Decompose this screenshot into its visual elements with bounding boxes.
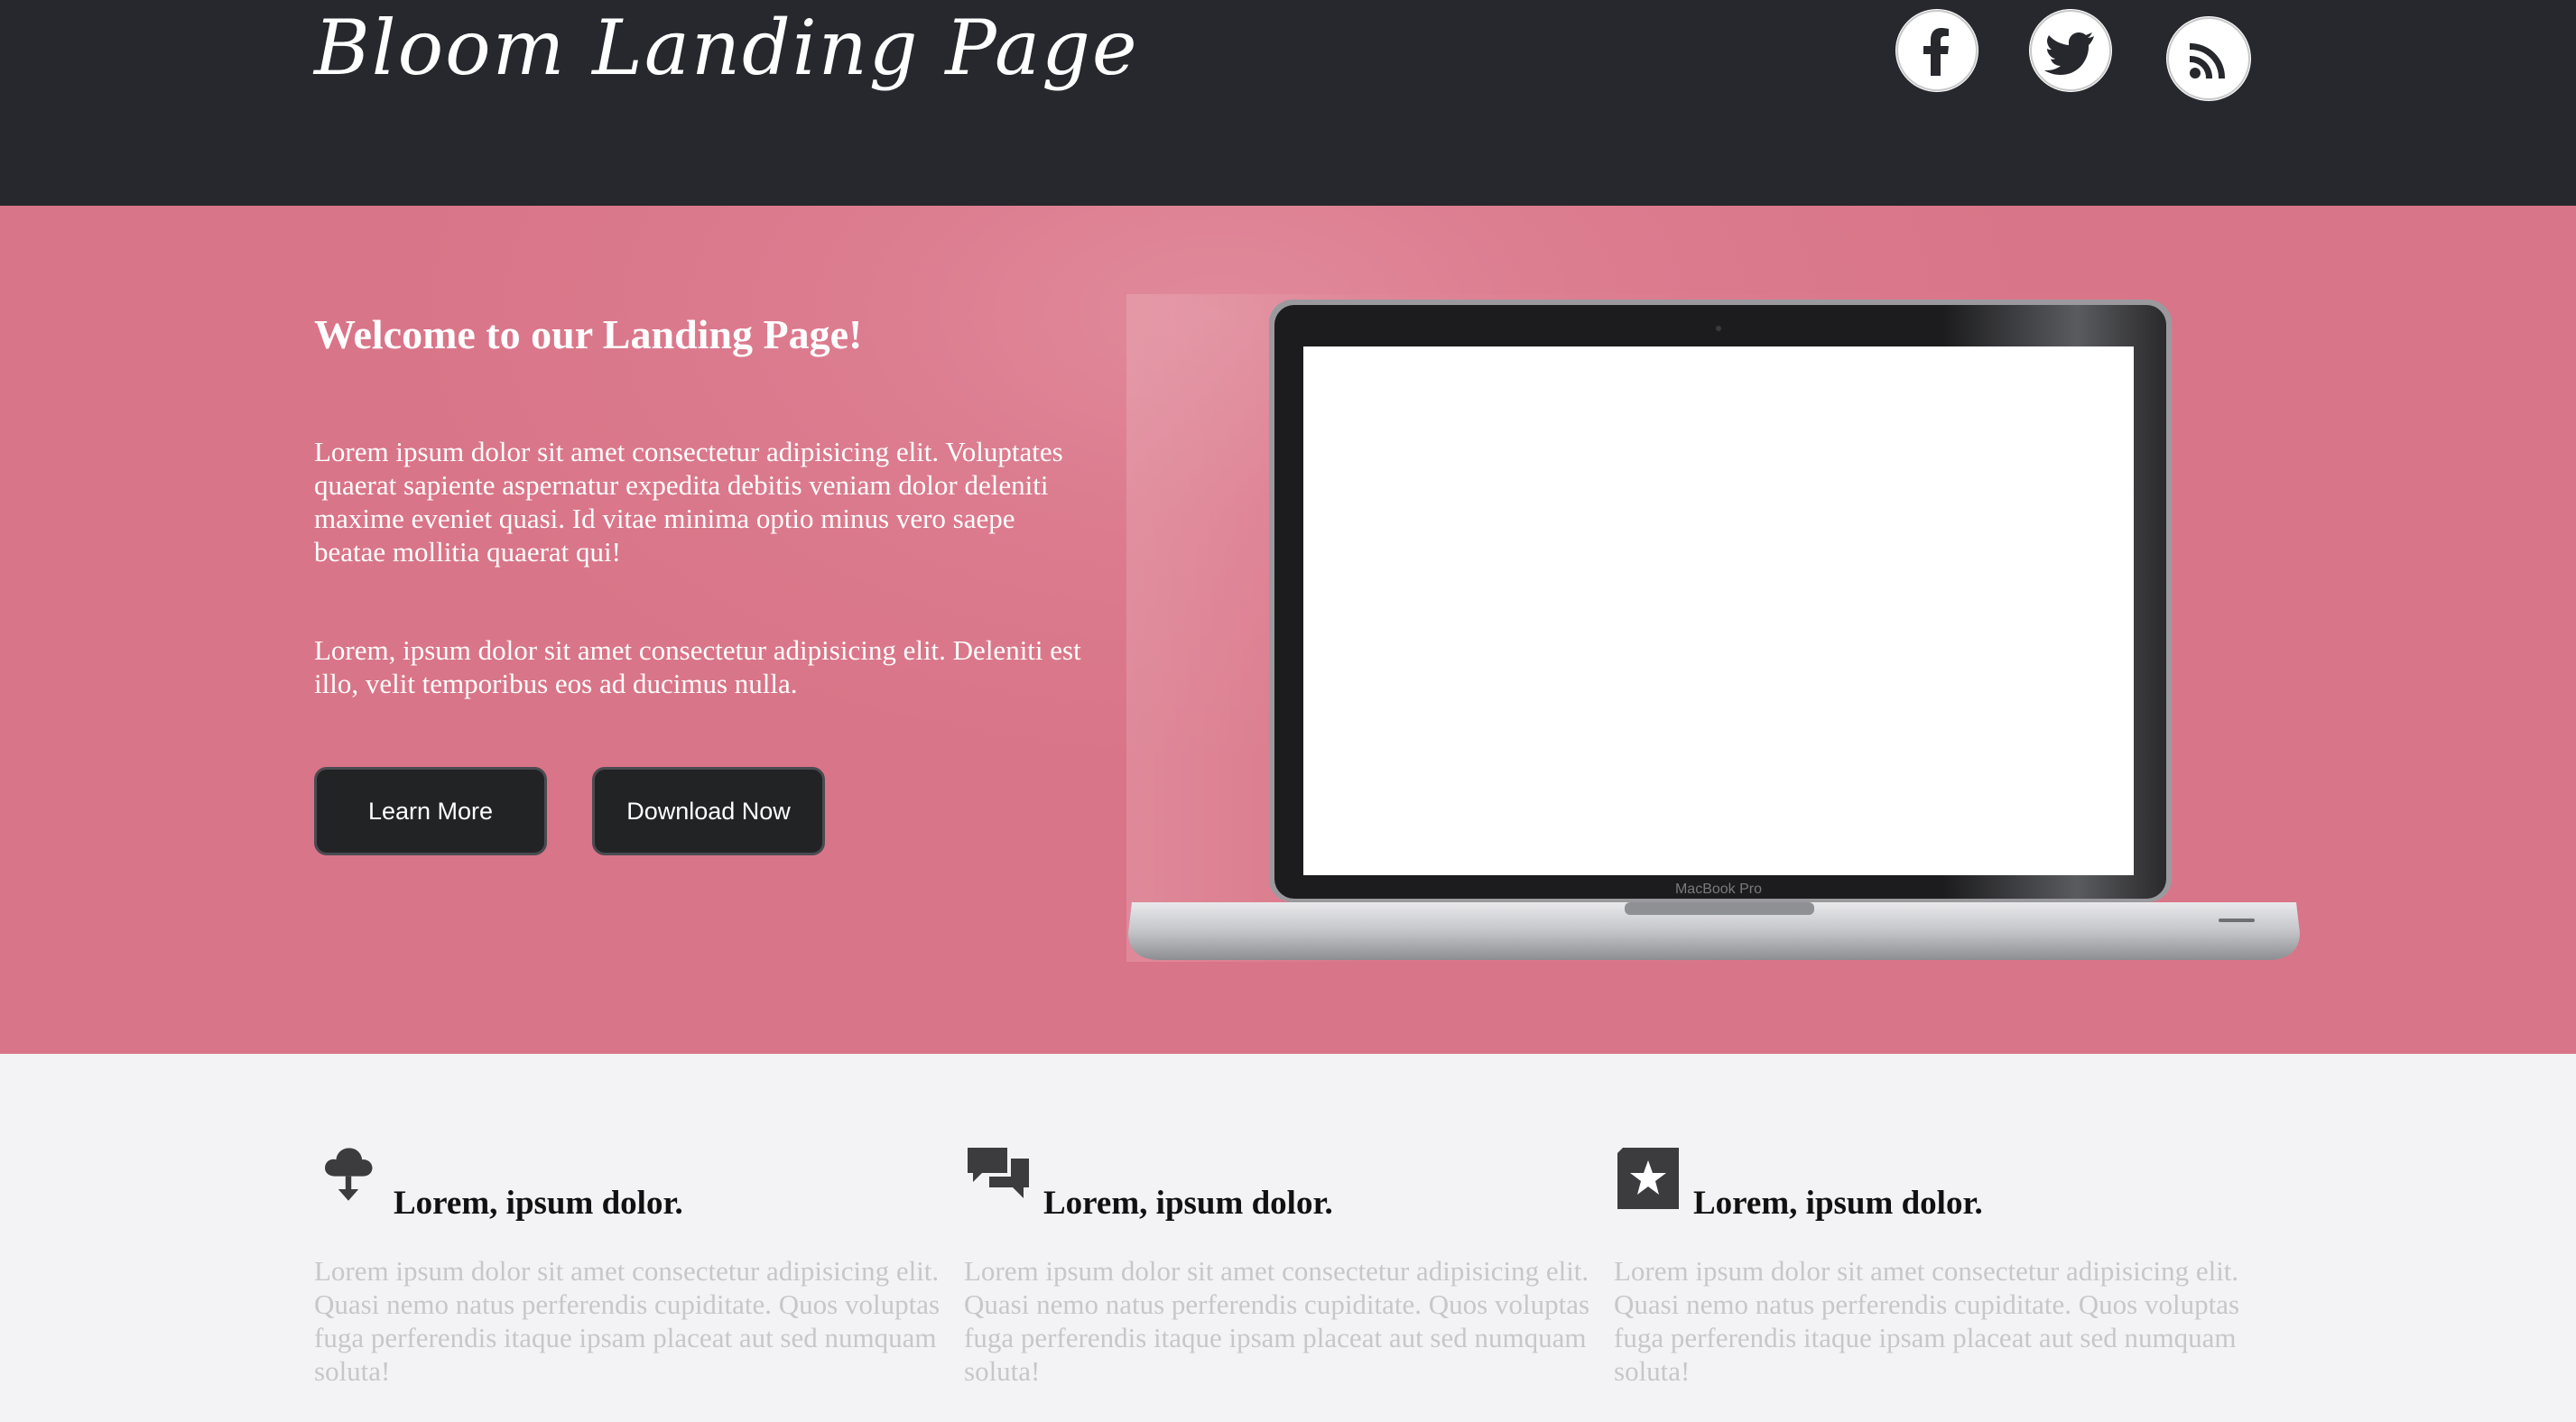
twitter-icon [2030,10,2111,91]
hero-title: Welcome to our Landing Page! [314,311,863,357]
brand-logo[interactable]: Bloom Landing Page [314,4,1139,92]
feature-text: Lorem ipsum dolor sit amet consectetur a… [314,1255,941,1387]
facebook-link[interactable] [1895,9,1978,92]
twitter-link[interactable] [2029,9,2112,92]
hero-paragraph: Lorem ipsum dolor sit amet consectetur a… [314,436,1063,568]
feature-title: Lorem, ipsum dolor. [1043,1185,1333,1222]
star-icon [1617,1148,1679,1209]
feature-title: Lorem, ipsum dolor. [394,1185,683,1222]
rss-link[interactable] [2166,16,2251,101]
feature-title: Lorem, ipsum dolor. [1693,1185,1983,1222]
feature-text: Lorem ipsum dolor sit amet consectetur a… [964,1255,1590,1387]
cloud-download-icon [325,1148,373,1201]
facebook-icon [1896,10,1978,91]
laptop-image: MacBook Pro [1128,300,2300,960]
site-header: Bloom Landing Page [0,0,2576,206]
laptop-brand-label: MacBook Pro [1675,882,1762,897]
features-section: Lorem, ipsum dolor. Lorem ipsum dolor si… [0,1054,2576,1422]
hero-paragraph: Lorem, ipsum dolor sit amet consectetur … [314,634,1081,699]
hero-section: Welcome to our Landing Page! Lorem ipsum… [0,206,2576,1054]
download-now-button[interactable]: Download Now [592,767,825,855]
learn-more-button[interactable]: Learn More [314,767,547,855]
rss-icon [2167,17,2250,100]
feature-text: Lorem ipsum dolor sit amet consectetur a… [1614,1255,2240,1387]
chat-bubbles-icon [968,1148,1029,1198]
